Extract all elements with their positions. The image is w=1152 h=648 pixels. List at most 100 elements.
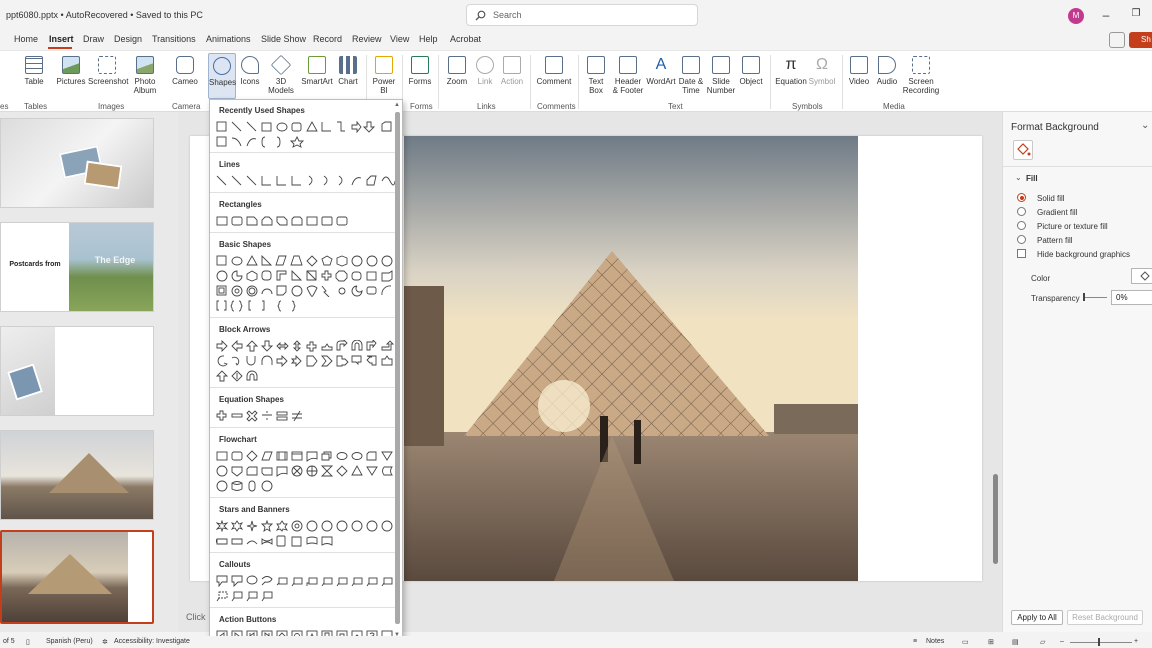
shape-row-rectangles[interactable] bbox=[216, 215, 359, 229]
spellcheck-icon[interactable]: ▯ bbox=[26, 638, 30, 646]
accessibility-status[interactable]: Accessibility: Investigate bbox=[114, 638, 190, 645]
notes-button[interactable]: Notes bbox=[926, 638, 944, 645]
transparency-slider[interactable] bbox=[1083, 297, 1107, 298]
reset-background-button[interactable]: Reset Background bbox=[1067, 610, 1143, 625]
header-footer-button[interactable]: Header & Footer bbox=[610, 53, 646, 95]
symbol-button[interactable]: Ω Symbol bbox=[808, 53, 836, 86]
color-picker-button[interactable] bbox=[1131, 268, 1152, 284]
shapes-gallery-dropdown[interactable]: Recently Used Shapes Lines Rectangles Ba… bbox=[209, 99, 403, 645]
slide-thumbnail-4[interactable] bbox=[0, 430, 154, 520]
comments-icon[interactable] bbox=[1109, 32, 1125, 48]
scroll-up-icon[interactable]: ▲ bbox=[394, 102, 400, 108]
shape-row-stars-1[interactable] bbox=[216, 520, 399, 534]
object-button[interactable]: Object bbox=[738, 53, 764, 86]
shape-row-arrows-1[interactable] bbox=[216, 340, 399, 354]
shape-row-callouts-2[interactable] bbox=[216, 590, 279, 604]
forms-button[interactable]: Forms bbox=[406, 53, 434, 86]
user-avatar[interactable]: M bbox=[1068, 8, 1084, 24]
zoom-out-icon[interactable]: – bbox=[1060, 638, 1064, 645]
louvre-pyramid-photo[interactable] bbox=[404, 136, 858, 581]
zoom-in-icon[interactable]: + bbox=[1134, 638, 1138, 645]
zoom-slider-handle[interactable] bbox=[1098, 638, 1100, 646]
share-button[interactable]: Sh bbox=[1129, 32, 1152, 48]
text-box-button[interactable]: Text Box bbox=[582, 53, 610, 95]
notes-placeholder[interactable]: Click bbox=[186, 612, 206, 622]
link-button[interactable]: Link bbox=[474, 53, 496, 86]
fill-collapse-icon[interactable]: ⌄ bbox=[1015, 173, 1022, 182]
slide-thumbnail-1[interactable] bbox=[0, 118, 154, 208]
slide-thumbnail-3[interactable] bbox=[0, 326, 154, 416]
shape-row-callouts-1[interactable] bbox=[216, 575, 399, 589]
wordart-button[interactable]: A WordArt bbox=[646, 53, 676, 86]
zoom-button[interactable]: Zoom bbox=[442, 53, 472, 86]
pictures-button[interactable]: Pictures bbox=[56, 53, 86, 86]
tab-draw[interactable]: Draw bbox=[83, 34, 104, 44]
scrollbar-thumb[interactable] bbox=[993, 474, 998, 564]
restore-icon[interactable]: ❐ bbox=[1129, 8, 1143, 19]
table-button[interactable]: Table bbox=[22, 53, 46, 86]
comment-button[interactable]: Comment bbox=[534, 53, 574, 86]
shapes-menu-scrollbar[interactable]: ▲ ▼ bbox=[394, 102, 401, 642]
smartart-button[interactable]: SmartArt bbox=[300, 53, 334, 86]
tab-home[interactable]: Home bbox=[14, 34, 38, 44]
notes-icon[interactable]: ≡ bbox=[913, 638, 917, 645]
video-button[interactable]: Video bbox=[846, 53, 872, 86]
action-button[interactable]: Action bbox=[498, 53, 526, 86]
3d-models-button[interactable]: 3D Models bbox=[264, 53, 298, 95]
normal-view-icon[interactable]: ▭ bbox=[962, 638, 969, 646]
shape-row-recent-2[interactable] bbox=[216, 136, 319, 150]
shape-row-recent-1[interactable] bbox=[216, 121, 399, 135]
gradient-fill-radio[interactable] bbox=[1017, 207, 1026, 216]
date-time-button[interactable]: Date & Time bbox=[678, 53, 704, 95]
editor-vertical-scrollbar[interactable] bbox=[990, 112, 1002, 592]
slide-thumbnail-5[interactable] bbox=[0, 530, 154, 624]
tab-slide-show[interactable]: Slide Show bbox=[261, 34, 306, 44]
cameo-button[interactable]: Cameo bbox=[170, 53, 200, 86]
tab-help[interactable]: Help bbox=[419, 34, 438, 44]
transparency-input[interactable]: 0% bbox=[1111, 290, 1152, 305]
equation-button[interactable]: π Equation bbox=[774, 53, 808, 86]
shape-row-equation[interactable] bbox=[216, 410, 309, 424]
shape-row-flowchart-3[interactable] bbox=[216, 480, 279, 494]
screen-recording-button[interactable]: Screen Recording bbox=[902, 53, 940, 95]
photo-album-button[interactable]: Photo Album bbox=[130, 53, 160, 95]
slide-thumbnail-2[interactable]: Postcards from The Edge bbox=[0, 222, 154, 312]
solid-fill-radio[interactable] bbox=[1017, 193, 1026, 202]
shape-row-basic-4[interactable] bbox=[216, 300, 319, 314]
slide-sorter-icon[interactable]: ⊞ bbox=[988, 638, 994, 646]
shape-row-banners[interactable] bbox=[216, 535, 339, 549]
shape-row-basic-2[interactable] bbox=[216, 270, 399, 284]
shape-row-arrows-2[interactable] bbox=[216, 355, 399, 369]
tab-record[interactable]: Record bbox=[313, 34, 342, 44]
pattern-fill-radio[interactable] bbox=[1017, 235, 1026, 244]
chevron-down-icon[interactable]: ⌄ bbox=[1141, 120, 1149, 131]
transparency-slider-handle[interactable] bbox=[1083, 293, 1085, 301]
tab-view[interactable]: View bbox=[390, 34, 409, 44]
fill-tab-paint-bucket-icon[interactable] bbox=[1013, 140, 1033, 160]
tab-review[interactable]: Review bbox=[352, 34, 382, 44]
slideshow-icon[interactable]: ▱ bbox=[1040, 638, 1045, 646]
icons-button[interactable]: Icons bbox=[238, 53, 262, 86]
reading-view-icon[interactable]: ▤ bbox=[1012, 638, 1019, 646]
language-indicator[interactable]: Spanish (Peru) bbox=[46, 638, 93, 645]
tab-transitions[interactable]: Transitions bbox=[152, 34, 196, 44]
hide-graphics-checkbox[interactable] bbox=[1017, 249, 1026, 258]
tab-animations[interactable]: Animations bbox=[206, 34, 251, 44]
tab-design[interactable]: Design bbox=[114, 34, 142, 44]
chart-button[interactable]: Chart bbox=[336, 53, 360, 86]
shape-row-arrows-3[interactable] bbox=[216, 370, 279, 384]
audio-button[interactable]: Audio bbox=[874, 53, 900, 86]
slide-number-button[interactable]: Slide Number bbox=[706, 53, 736, 95]
shape-row-flowchart-1[interactable] bbox=[216, 450, 399, 464]
menu-scroll-thumb[interactable] bbox=[395, 112, 400, 624]
power-bi-button[interactable]: Power BI bbox=[370, 53, 398, 95]
accessibility-icon[interactable]: ✲ bbox=[102, 638, 108, 646]
tab-acrobat[interactable]: Acrobat bbox=[450, 34, 481, 44]
minimize-icon[interactable]: – bbox=[1099, 8, 1113, 22]
shape-row-lines[interactable] bbox=[216, 175, 399, 189]
tab-insert[interactable]: Insert bbox=[49, 34, 74, 44]
shape-row-basic-3[interactable] bbox=[216, 285, 399, 299]
apply-to-all-button[interactable]: Apply to All bbox=[1011, 610, 1063, 625]
shapes-button[interactable]: Shapes bbox=[208, 53, 236, 99]
screenshot-button[interactable]: Screenshot bbox=[88, 53, 128, 86]
